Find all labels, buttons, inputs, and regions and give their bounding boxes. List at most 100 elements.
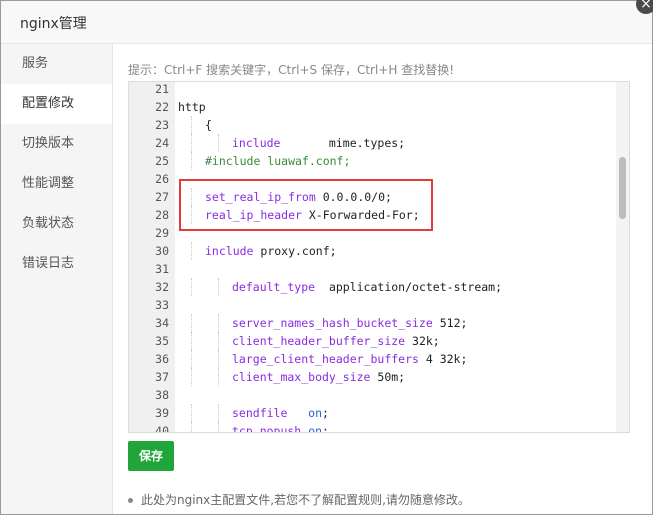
code-line[interactable]: 27 set_real_ip_from 0.0.0.0/0; [129,188,615,206]
sidebar-item-switch-version[interactable]: 切换版本 [1,124,112,164]
code-line[interactable]: 32 default_type application/octet-stream; [129,278,615,296]
code-line[interactable]: 24 include mime.types; [129,134,615,152]
indent-guide [191,404,192,422]
indent-guide [191,206,192,224]
line-number: 38 [155,388,169,402]
code-line[interactable]: 21 [129,82,615,98]
code-line[interactable]: 33 [129,296,615,314]
line-number: 32 [155,280,169,294]
code-keyword: client_max_body_size [232,370,371,384]
code-keyword: server_names_hash_bucket_size [232,316,433,330]
code-token: http [178,100,206,114]
code-line[interactable]: 30 include proxy.conf; [129,242,615,260]
line-number: 40 [155,424,169,433]
code-line[interactable]: 23 { [129,116,615,134]
code-keyword: client_header_buffer_size [232,334,406,348]
config-warning-text: 此处为nginx主配置文件,若您不了解配置规则,请勿随意修改。 [141,493,470,507]
indent-guide [218,404,219,422]
code-text: include mime.types; [232,134,405,152]
code-line[interactable]: 39 sendfile on; [129,404,615,422]
bullet-icon [128,498,133,503]
line-number: 35 [155,334,169,348]
code-text: tcp_nopush on; [232,422,329,433]
code-text: #include luawaf.conf; [205,152,350,170]
line-number: 33 [155,298,169,312]
code-text: include proxy.conf; [205,242,337,260]
save-button[interactable]: 保存 [128,441,174,471]
code-token: ; [322,424,329,433]
sidebar-item-load-status[interactable]: 负载状态 [1,204,112,244]
code-line[interactable]: 37 client_max_body_size 50m; [129,368,615,386]
code-text: client_header_buffer_size 32k; [232,332,440,350]
code-text: default_type application/octet-stream; [232,278,502,296]
code-text: client_max_body_size 50m; [232,368,405,386]
line-number: 37 [155,370,169,384]
code-line[interactable]: 35 client_header_buffer_size 32k; [129,332,615,350]
code-token: application/octet-stream; [315,280,503,294]
title-bar: nginx管理 [1,1,652,44]
scrollbar-thumb[interactable] [619,157,626,219]
line-number: 27 [155,190,169,204]
indent-guide [218,314,219,332]
code-text: large_client_header_buffers 4 32k; [232,350,467,368]
code-line[interactable]: 25 #include luawaf.conf; [129,152,615,170]
line-number: 24 [155,136,169,150]
code-text: { [205,116,212,134]
code-token: 4 32k; [418,352,468,366]
code-token: proxy.conf; [253,244,337,258]
code-comment: #include luawaf.conf; [205,154,351,168]
code-token: ; [322,406,329,420]
sidebar-item-config-edit[interactable]: 配置修改 [1,84,112,124]
line-number: 29 [155,226,169,240]
code-token: 50m; [370,370,406,384]
code-token: 32k; [405,334,440,348]
line-number: 34 [155,316,169,330]
code-keyword: include [232,136,281,150]
line-number: 21 [155,82,169,96]
code-line[interactable]: 26 [129,170,615,188]
code-line[interactable]: 34 server_names_hash_bucket_size 512; [129,314,615,332]
indent-guide [218,278,219,296]
code-line[interactable]: 28 real_ip_header X-Forwarded-For; [129,206,615,224]
line-number: 23 [155,118,169,132]
indent-guide [191,116,192,134]
editor-hint: 提示：Ctrl+F 搜索关键字，Ctrl+S 保存，Ctrl+H 查找替换! [128,63,455,77]
code-editor[interactable]: 21 22 http 23 {24 include mime.types; 25 #inclu… [128,81,630,433]
indent-guide [218,422,219,432]
config-warning-note: 此处为nginx主配置文件,若您不了解配置规则,请勿随意修改。 [128,491,470,508]
code-line[interactable]: 29 [129,224,615,242]
indent-guide [191,368,192,386]
sidebar-item-service[interactable]: 服务 [1,44,112,84]
indent-guide [191,332,192,350]
sidebar-item-performance[interactable]: 性能调整 [1,164,112,204]
code-token: 0.0.0.0/0; [315,190,392,204]
line-number: 26 [155,172,169,186]
line-number: 22 [155,100,169,114]
sidebar-item-error-log[interactable]: 错误日志 [1,244,112,284]
dialog-title: nginx管理 [20,16,87,32]
code-line[interactable]: 38 [129,386,615,404]
indent-guide [191,242,192,260]
code-line[interactable]: 40 tcp_nopush on; [129,422,615,433]
code-keyword: large_client_header_buffers [232,352,419,366]
code-line[interactable]: 31 [129,260,615,278]
sidebar: 服务 配置修改 切换版本 性能调整 负载状态 错误日志 [1,44,113,514]
code-value: on [308,406,323,420]
code-keyword: set_real_ip_from [205,190,316,204]
code-value: on [308,424,323,433]
code-keyword: include [205,244,254,258]
code-keyword: sendfile [232,406,288,420]
indent-guide [218,134,219,152]
indent-guide [191,278,192,296]
code-line[interactable]: 36 large_client_header_buffers 4 32k; [129,350,615,368]
code-token: { [205,118,212,132]
editor-scrollbar[interactable] [616,82,629,432]
indent-guide [191,134,192,152]
indent-guide [218,350,219,368]
indent-guide [218,332,219,350]
code-text: sendfile on; [232,404,329,422]
code-token: 512; [432,316,468,330]
indent-guide [191,422,192,432]
code-token: X-Forwarded-For; [301,208,420,222]
code-line[interactable]: 22 http [129,98,615,116]
